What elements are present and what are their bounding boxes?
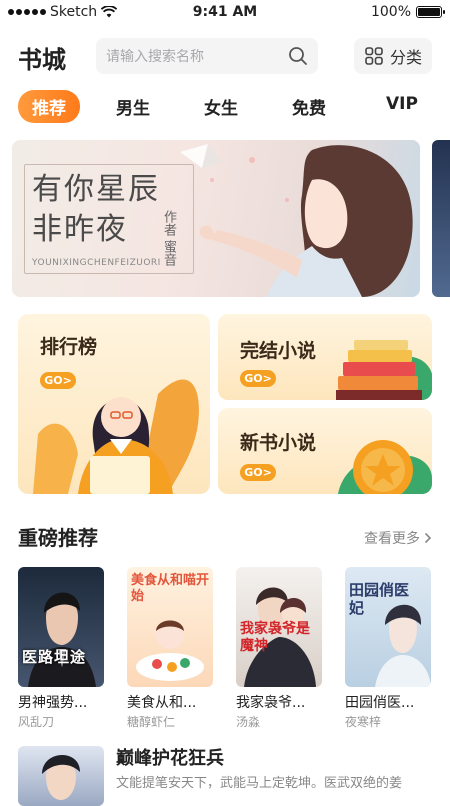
book-author: 糖醇虾仁 (127, 715, 176, 729)
book-card[interactable]: 医路坦途 男神强势... 风乱刀 (18, 567, 104, 730)
book-title: 田园俏医... (345, 695, 415, 711)
banner-title-line2: 非昨夜 (32, 212, 128, 247)
search-input[interactable]: 请输入搜索名称 (96, 38, 318, 74)
battery-info: 100% (370, 4, 445, 20)
book-author: 风乱刀 (18, 715, 55, 729)
status-bar: Sketch 9:41 AM 100% (0, 0, 450, 26)
book-title: 我家袅爷... (236, 695, 306, 711)
book-title: 男神强势... (18, 695, 88, 711)
completed-go-button[interactable]: GO> (240, 370, 276, 387)
battery-icon (416, 6, 445, 18)
new-books-card[interactable]: 新书小说 GO> (218, 408, 432, 494)
header: 书城 请输入搜索名称 分类 (18, 38, 432, 74)
book-cover[interactable]: 医路坦途 (18, 567, 104, 687)
tab-free[interactable]: 免费 (292, 94, 326, 119)
chevron-right-icon (424, 532, 432, 544)
tab-vip[interactable]: VIP (386, 94, 418, 114)
banner-carousel-slide[interactable]: 有你星辰 非昨夜 作者 蜜音 YOUNIXINGCHENFEIZUORI (12, 140, 420, 297)
tab-female[interactable]: 女生 (204, 94, 238, 119)
section-title: 重磅推荐 (18, 526, 98, 550)
banner-next-slide[interactable] (432, 140, 450, 297)
cover-title: 我家袅爷是魔神 (240, 621, 310, 654)
book-title: 美食从和... (127, 695, 197, 711)
featured-book-row[interactable]: 巅峰护花狂兵 文能提笔安天下，武能马上定乾坤。医武双绝的姜 (18, 744, 432, 806)
cover-art (42, 754, 80, 800)
banner-pinyin: YOUNIXINGCHENFEIZUORI (32, 258, 161, 268)
category-label: 分类 (389, 48, 422, 67)
new-books-go-button[interactable]: GO> (240, 464, 276, 481)
search-placeholder: 请输入搜索名称 (106, 49, 204, 65)
new-books-label: 新书小说 (240, 432, 317, 454)
battery-percent: 100% (370, 4, 411, 20)
book-card[interactable]: 田园俏医妃 田园俏医... 夜寒梓 (345, 567, 431, 730)
featured-book-title: 巅峰护花狂兵 (116, 748, 224, 769)
book-cover[interactable]: 美食从和喵开始 (127, 567, 213, 687)
cover-title: 美食从和喵开始 (131, 573, 210, 604)
ranking-go-button[interactable]: GO> (40, 372, 76, 389)
category-button[interactable]: 分类 (354, 38, 432, 74)
tab-recommend[interactable]: 推荐 (18, 89, 80, 123)
book-cover[interactable]: 我家袅爷是魔神 (236, 567, 322, 687)
cover-art (28, 592, 96, 687)
page-title: 书城 (18, 46, 66, 74)
book-card[interactable]: 美食从和喵开始 美食从和... 糖醇虾仁 (127, 567, 213, 730)
view-more-label: 查看更多 (364, 531, 420, 547)
banner-title: 有你星辰 非昨夜 (32, 170, 160, 250)
category-tabs: 推荐 男生 女生 免费 VIP (18, 89, 432, 123)
book-cover[interactable]: 田园俏医妃 (345, 567, 431, 687)
ranking-card[interactable]: 排行榜 GO> (18, 314, 210, 494)
completed-label: 完结小说 (240, 340, 317, 362)
tab-male[interactable]: 男生 (116, 94, 150, 119)
banner-author: 作者 蜜音 (161, 210, 176, 267)
search-icon[interactable] (288, 46, 308, 66)
book-author: 夜寒梓 (345, 715, 382, 729)
book-list: 医路坦途 男神强势... 风乱刀 美食从和喵开始 美食从和... 糖醇虾仁 我家… (18, 567, 450, 732)
completed-card[interactable]: 完结小说 GO> (218, 314, 432, 400)
featured-book-description: 文能提笔安天下，武能马上定乾坤。医武双绝的姜 (116, 776, 403, 791)
view-more-link[interactable]: 查看更多 (364, 528, 432, 548)
featured-book-cover[interactable] (18, 746, 104, 806)
ranking-label: 排行榜 (40, 336, 98, 358)
book-card[interactable]: 我家袅爷是魔神 我家袅爷... 汤淼 (236, 567, 322, 730)
banner-title-line1: 有你星辰 (32, 172, 160, 207)
book-author: 汤淼 (236, 715, 261, 729)
cover-title: 田园俏医妃 (349, 581, 410, 617)
cover-title: 医路坦途 (22, 648, 87, 666)
grid-icon (365, 47, 383, 65)
